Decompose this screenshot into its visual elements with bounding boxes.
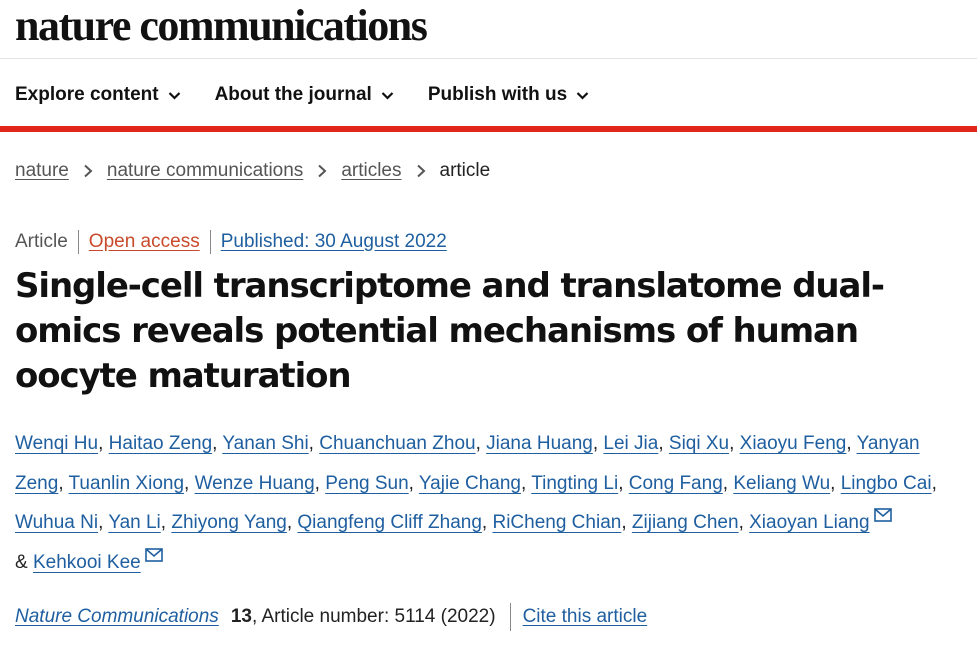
chevron-right-icon bbox=[84, 164, 93, 178]
nav-about-journal[interactable]: About the journal bbox=[215, 84, 394, 106]
meta-divider bbox=[209, 230, 211, 254]
author-link[interactable]: Tuanlin Xiong bbox=[69, 473, 184, 494]
author-link[interactable]: Zijiang Chen bbox=[632, 512, 739, 533]
breadcrumb-articles[interactable]: articles bbox=[341, 160, 401, 182]
author-link[interactable]: Haitao Zeng bbox=[109, 433, 213, 454]
author-link[interactable]: Lei Jia bbox=[603, 433, 658, 454]
author-link[interactable]: Xiaoyan Liang bbox=[749, 512, 869, 533]
breadcrumb-nature[interactable]: nature bbox=[15, 160, 69, 182]
author-link[interactable]: Yan Li bbox=[108, 512, 160, 533]
article-title: Single-cell transcriptome and translatom… bbox=[15, 266, 885, 396]
article-meta: Article Open access Published: 30 August… bbox=[15, 230, 447, 254]
author-link[interactable]: Kehkooi Kee bbox=[33, 552, 141, 573]
author-link[interactable]: Wenqi Hu bbox=[15, 433, 98, 454]
journal-link[interactable]: Nature Communications bbox=[15, 606, 219, 628]
chevron-down-icon bbox=[381, 91, 394, 100]
meta-divider bbox=[77, 230, 79, 254]
open-access-link[interactable]: Open access bbox=[89, 231, 200, 253]
author-link[interactable]: Zhiyong Yang bbox=[171, 512, 287, 533]
nav-publish-with-us[interactable]: Publish with us bbox=[428, 84, 589, 106]
author-link[interactable]: Cong Fang bbox=[629, 473, 723, 494]
volume-number: 13 bbox=[230, 606, 252, 627]
chevron-right-icon bbox=[416, 164, 425, 178]
breadcrumb-current: article bbox=[439, 160, 491, 181]
cite-this-article-link[interactable]: Cite this article bbox=[523, 606, 648, 628]
main-nav: Explore content About the journal Publis… bbox=[15, 78, 623, 112]
author-link[interactable]: Qiangfeng Cliff Zhang bbox=[297, 512, 482, 533]
breadcrumb-nature-communications[interactable]: nature communications bbox=[107, 160, 303, 182]
mail-icon[interactable] bbox=[873, 508, 892, 522]
article-type: Article bbox=[15, 231, 68, 252]
nav-label: Explore content bbox=[15, 84, 159, 105]
author-link[interactable]: Yanan Shi bbox=[222, 433, 308, 454]
author-link[interactable]: Siqi Xu bbox=[669, 433, 729, 454]
author-link[interactable]: Yajie Chang bbox=[419, 473, 521, 494]
author-link[interactable]: Peng Sun bbox=[325, 473, 408, 494]
nav-label: Publish with us bbox=[427, 84, 568, 105]
nav-label: About the journal bbox=[214, 84, 372, 105]
author-link[interactable]: Wenze Huang bbox=[195, 473, 315, 494]
mail-icon[interactable] bbox=[144, 547, 163, 562]
author-ampersand: & bbox=[15, 551, 28, 573]
author-link[interactable]: Chuanchuan Zhou bbox=[319, 433, 475, 454]
header-divider bbox=[0, 58, 977, 59]
nav-explore-content[interactable]: Explore content bbox=[15, 84, 181, 106]
breadcrumb: nature nature communications articles ar… bbox=[15, 160, 490, 182]
published-date-link[interactable]: Published: 30 August 2022 bbox=[221, 231, 447, 253]
cite-divider bbox=[509, 603, 511, 631]
chevron-down-icon bbox=[168, 91, 180, 100]
journal-logo[interactable]: nature communications bbox=[15, 4, 428, 48]
author-link[interactable]: Tingting Li bbox=[531, 473, 618, 494]
citation-line: Nature Communications 13 , Article numbe… bbox=[15, 603, 647, 631]
chevron-down-icon bbox=[576, 91, 589, 100]
article-number: , Article number: 5114 (2022) bbox=[251, 606, 496, 627]
author-link[interactable]: Wuhua Ni bbox=[15, 512, 98, 533]
author-link[interactable]: Xiaoyu Feng bbox=[740, 433, 847, 454]
chevron-right-icon bbox=[318, 164, 327, 178]
author-link[interactable]: Lingbo Cai bbox=[841, 473, 932, 494]
author-link[interactable]: Jiana Huang bbox=[486, 433, 593, 454]
masthead: nature communications bbox=[15, 0, 428, 58]
author-link[interactable]: Keliang Wu bbox=[733, 473, 830, 494]
author-list: Wenqi Hu, Haitao Zeng, Yanan Shi, Chuanc… bbox=[15, 433, 937, 573]
accent-bar bbox=[0, 126, 977, 132]
author-link[interactable]: RiCheng Chian bbox=[492, 512, 621, 533]
